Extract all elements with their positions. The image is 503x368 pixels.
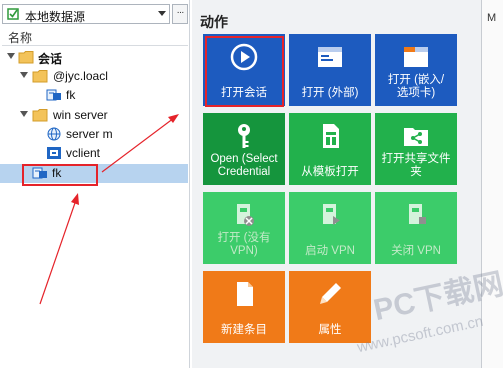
open-select-credential-tile[interactable]: Open (Select Credential: [203, 113, 285, 185]
more-button[interactable]: ···: [172, 4, 188, 24]
expand-arrow-icon[interactable]: [7, 53, 15, 59]
start-vpn-tile[interactable]: 启动 VPN: [289, 192, 371, 264]
rdp-session-icon: [46, 89, 61, 101]
folder-icon: [32, 70, 48, 83]
tile-label: 新建条目: [221, 324, 267, 336]
vpn-block-icon: [237, 204, 254, 226]
folder-icon: [32, 109, 48, 122]
properties-tile[interactable]: 属性: [289, 271, 371, 343]
stop-vpn-tile[interactable]: 关闭 VPN: [375, 192, 457, 264]
tree-node-label: server m: [66, 127, 113, 141]
chevron-down-icon[interactable]: [158, 11, 166, 16]
tile-label: 从模板打开: [301, 166, 359, 178]
vpn-stop-icon: [409, 204, 426, 224]
window-tab-icon: [404, 47, 428, 67]
tree-node-sessions[interactable]: 会话: [0, 48, 188, 67]
tree-node-fk[interactable]: fk: [0, 86, 188, 105]
tree-node-win-server[interactable]: win server: [0, 106, 188, 125]
tile-label: 属性: [318, 324, 342, 336]
tree-node-jyc-loacl[interactable]: @jyc.loacl: [0, 67, 188, 86]
side-tab-label: M: [487, 12, 497, 24]
open-from-template-tile[interactable]: 从模板打开: [289, 113, 371, 185]
tree-node-vclient[interactable]: vclient: [0, 144, 188, 163]
tree-node-label: win server: [53, 108, 108, 122]
expand-arrow-icon[interactable]: [20, 72, 28, 78]
open-shared-folder-tile[interactable]: 打开共享文件 夹: [375, 113, 457, 185]
tree-node-label: @jyc.loacl: [53, 69, 108, 83]
highlight-box-open-session: [205, 36, 284, 107]
datasource-dropdown[interactable]: 本地数据源: [2, 4, 170, 24]
tile-label: 打开 (嵌入/ 选项卡): [387, 74, 445, 99]
tile-label: 打开共享文件 夹: [381, 153, 451, 178]
tile-label: Open (Select Credential: [210, 153, 278, 178]
open-embedded-tab-tile[interactable]: 打开 (嵌入/ 选项卡): [375, 34, 457, 106]
template-doc-icon: [323, 124, 339, 148]
tree-node-label: fk: [66, 88, 76, 102]
web-session-icon: [47, 127, 61, 141]
shared-folder-icon: [404, 128, 428, 146]
folder-icon: [18, 51, 34, 64]
tree-node-server-m[interactable]: server m: [0, 125, 188, 144]
tile-label: 打开 (没有 VPN): [217, 232, 271, 257]
pencil-icon: [320, 283, 341, 304]
datasource-bar: 本地数据源 ···: [2, 4, 188, 24]
tile-label: 关闭 VPN: [391, 245, 441, 257]
new-entry-icon: [237, 282, 253, 306]
tree-column-header[interactable]: 名称: [2, 28, 188, 46]
open-external-tile[interactable]: 打开 (外部): [289, 34, 371, 106]
open-without-vpn-tile[interactable]: 打开 (没有 VPN): [203, 192, 285, 264]
side-tab[interactable]: M: [481, 0, 503, 368]
column-header-label: 名称: [8, 31, 33, 45]
tile-label: 启动 VPN: [305, 245, 355, 257]
highlight-box-fk: [22, 164, 98, 186]
datasource-label: 本地数据源: [25, 10, 86, 24]
tile-label: 打开 (外部): [301, 87, 359, 99]
vpn-start-icon: [323, 204, 340, 225]
vm-session-icon: [47, 147, 61, 159]
tree-node-label: vclient: [66, 146, 101, 160]
new-entry-tile[interactable]: 新建条目: [203, 271, 285, 343]
expand-arrow-icon[interactable]: [20, 111, 28, 117]
window-icon: [318, 47, 342, 67]
key-icon: [238, 124, 250, 148]
tree-node-label: 会话: [38, 52, 63, 66]
datasource-icon: [7, 8, 19, 20]
actions-title: 动作: [200, 14, 228, 30]
